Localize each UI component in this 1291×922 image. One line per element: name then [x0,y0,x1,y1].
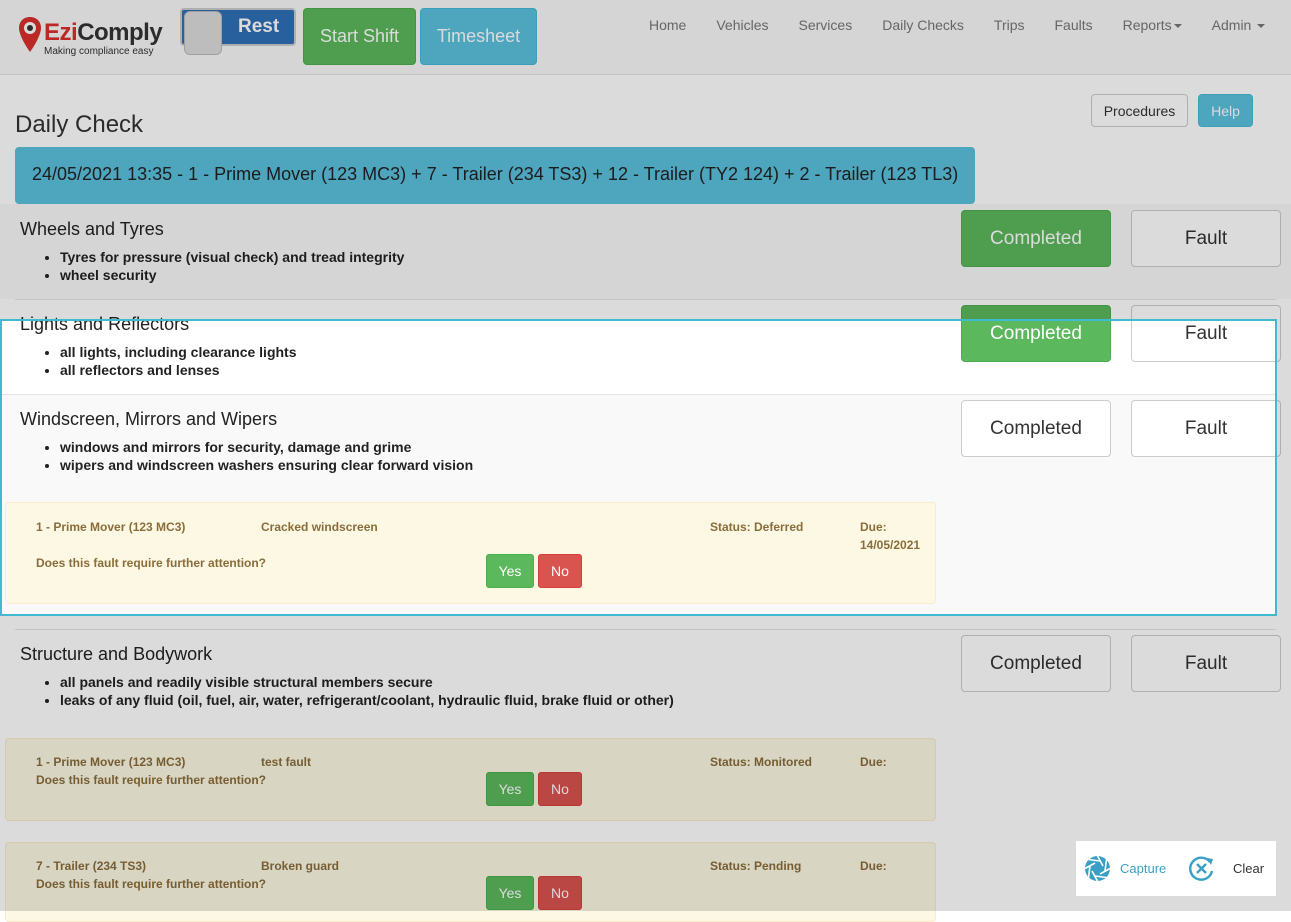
capture-label: Capture [1120,861,1167,876]
clear-label: Clear [1233,861,1265,876]
clear-icon [1189,856,1214,881]
capture-selection[interactable] [0,319,1277,616]
dim-overlay [0,0,1291,320]
capture-panel: Capture Clear [1076,841,1276,896]
camera-shutter-icon [1084,855,1111,882]
clear-button[interactable]: Clear [1188,855,1264,882]
dim-overlay [1276,320,1291,615]
capture-button[interactable]: Capture [1084,855,1166,882]
